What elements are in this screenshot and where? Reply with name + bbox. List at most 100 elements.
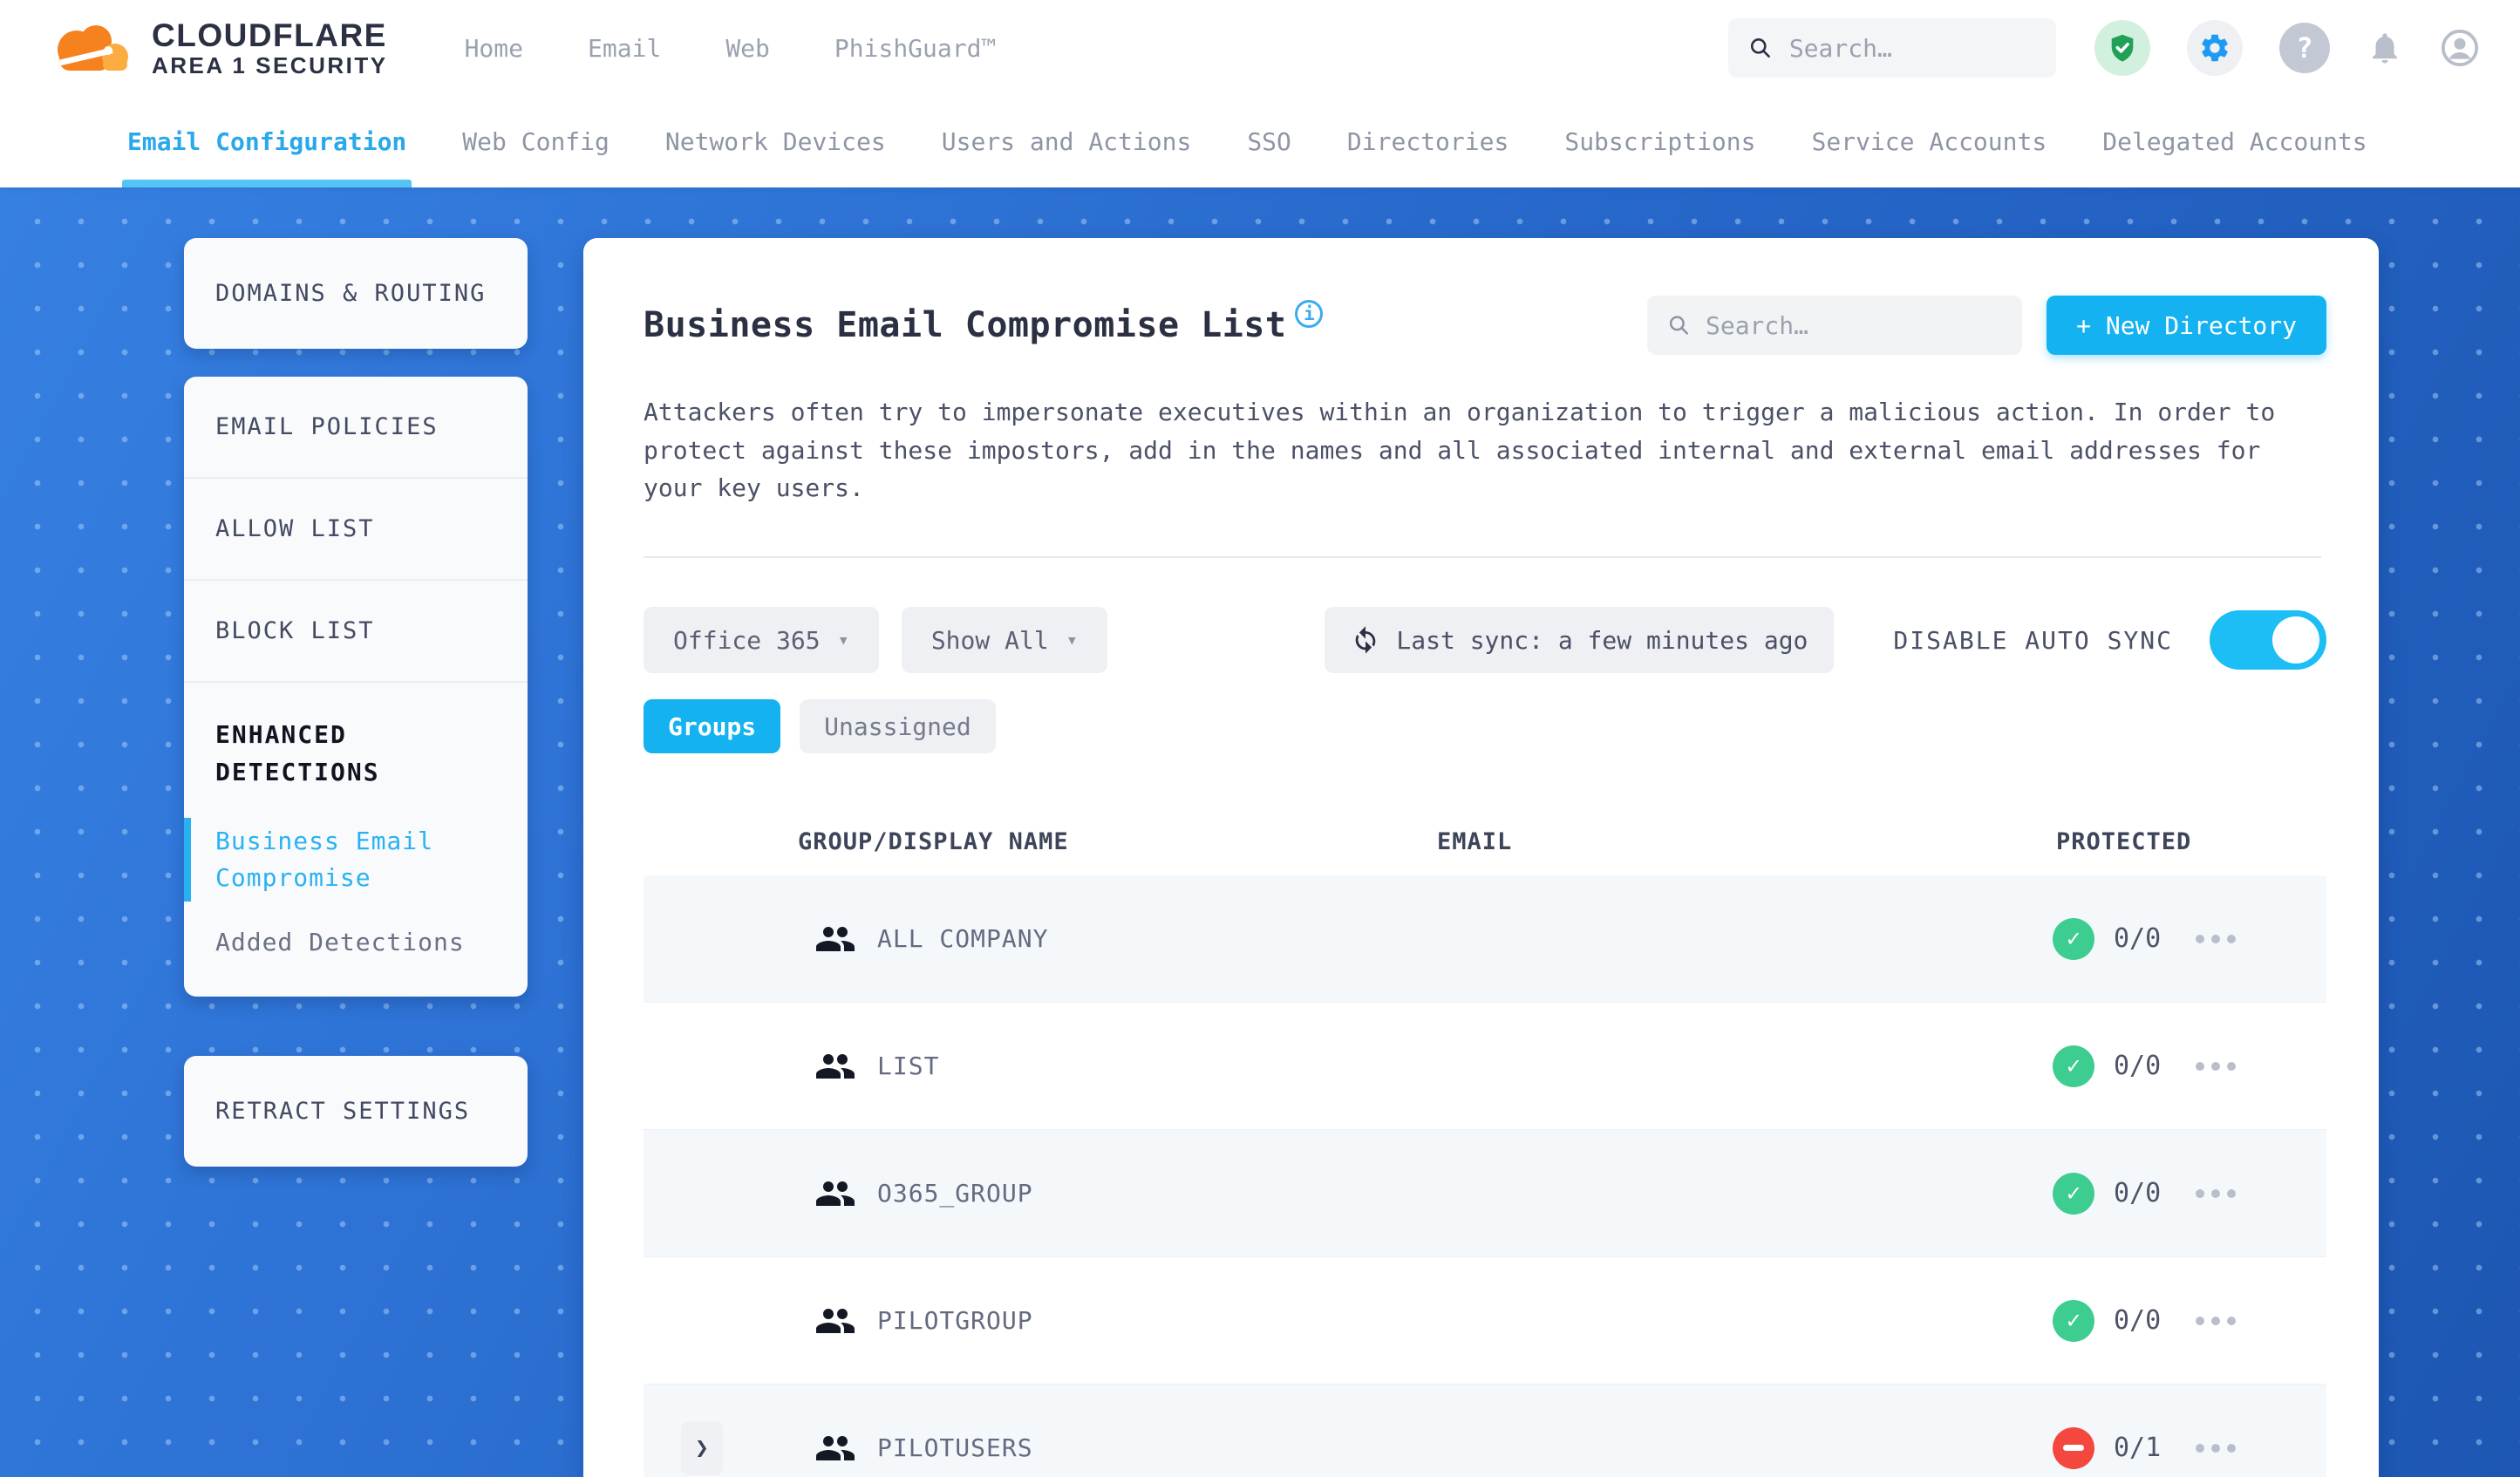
top-nav: Home Email Web PhishGuard™ — [465, 34, 997, 63]
protected-check-icon: ✓ — [2053, 1045, 2094, 1087]
row-actions-menu[interactable] — [2196, 1443, 2236, 1453]
directory-dropdown-label: Office 365 — [673, 625, 821, 655]
group-icon — [814, 1303, 856, 1338]
sidebar-item-added-detections[interactable]: Added Detections — [215, 928, 496, 956]
tab-directories[interactable]: Directories — [1347, 96, 1509, 187]
protected-check-icon: ✓ — [2053, 1172, 2094, 1215]
group-name: O365_GROUP — [877, 1179, 1033, 1208]
row-actions-menu[interactable] — [2196, 934, 2236, 943]
tab-users-and-actions[interactable]: Users and Actions — [942, 96, 1192, 187]
show-filter-label: Show All — [930, 625, 1049, 655]
enhanced-detections-section: ENHANCED DETECTIONS Business Email Compr… — [184, 681, 528, 997]
list-search[interactable] — [1647, 296, 2023, 355]
filters-row: Office 365 ▾ Show All ▾ Last sync: a few… — [644, 607, 2326, 674]
chevron-down-icon: ▾ — [1066, 629, 1078, 651]
tab-email-configuration[interactable]: Email Configuration — [121, 96, 412, 187]
logo-title: CLOUDFLARE — [152, 17, 387, 53]
info-icon[interactable]: i — [1295, 300, 1324, 328]
cloudflare-logo: CLOUDFLARE AREA 1 SECURITY — [45, 17, 388, 79]
tab-sso[interactable]: SSO — [1247, 96, 1291, 187]
table-row: ❯ PILOTUSERS 0/1 — [644, 1385, 2326, 1477]
tab-delegated-accounts[interactable]: Delegated Accounts — [2102, 96, 2367, 187]
notifications-bell-icon[interactable] — [2367, 30, 2403, 66]
group-name: PILOTGROUP — [877, 1306, 1033, 1336]
protected-cell: ✓ 0/0 — [2053, 1299, 2161, 1342]
group-name: LIST — [877, 1052, 940, 1081]
cloudflare-cloud-icon — [51, 25, 128, 71]
refresh-icon — [1356, 626, 1376, 654]
protected-check-icon: ✓ — [2053, 1299, 2094, 1342]
list-search-input[interactable] — [1705, 310, 2002, 340]
protection-status-button[interactable] — [2094, 20, 2150, 76]
protected-count: 0/0 — [2114, 923, 2162, 955]
sync-controls: Last sync: a few minutes ago DISABLE AUT… — [1325, 607, 2326, 674]
tab-subscriptions[interactable]: Subscriptions — [1564, 96, 1755, 187]
expand-row-button[interactable]: ❯ — [681, 1420, 723, 1475]
table-row: LIST ✓ 0/0 — [644, 1003, 2326, 1131]
tab-service-accounts[interactable]: Service Accounts — [1812, 96, 2047, 187]
sidebar-item-retract-settings[interactable]: RETRACT SETTINGS — [184, 1056, 528, 1167]
view-tabs: Groups Unassigned — [644, 699, 2326, 754]
global-search-input[interactable] — [1788, 33, 2035, 63]
shield-check-icon — [2111, 34, 2134, 62]
question-icon: ? — [2296, 31, 2313, 65]
protected-cell: ✓ 0/0 — [2053, 917, 2162, 960]
new-directory-button[interactable]: + New Directory — [2047, 296, 2326, 355]
main-panel: Business Email Compromise List i + New D… — [583, 238, 2379, 1477]
tab-web-config[interactable]: Web Config — [462, 96, 610, 187]
protected-count: 0/0 — [2114, 1051, 2162, 1082]
email-policies-card: EMAIL POLICIES ALLOW LIST BLOCK LIST ENH… — [184, 377, 528, 997]
protected-check-icon: ✓ — [2053, 917, 2094, 960]
sidebar-item-enhanced-detections[interactable]: ENHANCED DETECTIONS — [215, 716, 496, 792]
chevron-down-icon: ▾ — [837, 629, 849, 651]
nav-item-email[interactable]: Email — [588, 34, 661, 63]
last-sync-button[interactable]: Last sync: a few minutes ago — [1325, 607, 1835, 674]
search-icon — [1750, 38, 1770, 58]
tab-groups[interactable]: Groups — [644, 699, 781, 754]
group-name: PILOTUSERS — [877, 1433, 1033, 1463]
help-button[interactable]: ? — [2279, 23, 2330, 73]
panel-header: Business Email Compromise List i + New D… — [644, 296, 2326, 355]
sidebar-item-block-list[interactable]: BLOCK LIST — [184, 579, 528, 681]
nav-item-web[interactable]: Web — [725, 34, 770, 63]
auto-sync-toggle[interactable] — [2210, 610, 2326, 670]
page-description: Attackers often try to impersonate execu… — [644, 398, 2276, 503]
tab-unassigned[interactable]: Unassigned — [800, 699, 996, 754]
show-filter-dropdown[interactable]: Show All ▾ — [901, 607, 1107, 674]
expander-slot: ❯ — [681, 1420, 723, 1475]
top-header: CLOUDFLARE AREA 1 SECURITY Home Email We… — [0, 0, 2520, 96]
sidebar-item-business-email-compromise[interactable]: Business Email Compromise — [184, 817, 496, 902]
retract-settings-card: RETRACT SETTINGS — [184, 1055, 528, 1167]
table-row: O365_GROUP ✓ 0/0 — [644, 1130, 2326, 1258]
protected-cell: ✓ 0/0 — [2053, 1045, 2161, 1087]
directory-dropdown[interactable]: Office 365 ▾ — [644, 607, 879, 674]
settings-button[interactable] — [2187, 20, 2243, 76]
table-row: PILOTGROUP ✓ 0/0 — [644, 1257, 2326, 1385]
nav-item-phishguard[interactable]: PhishGuard™ — [834, 34, 996, 63]
row-actions-menu[interactable] — [2196, 1061, 2236, 1071]
global-search[interactable] — [1728, 18, 2056, 78]
protected-count: 0/1 — [2114, 1433, 2162, 1464]
group-name: ALL COMPANY — [877, 924, 1049, 954]
sidebar-item-email-policies[interactable]: EMAIL POLICIES — [184, 377, 528, 477]
gear-icon — [2202, 34, 2228, 62]
nav-item-home[interactable]: Home — [465, 34, 523, 63]
column-header-email: EMAIL — [1437, 827, 1513, 855]
logo-subtitle: AREA 1 SECURITY — [152, 51, 388, 78]
protected-cell: ✓ 0/0 — [2053, 1172, 2161, 1215]
sidebar: DOMAINS & ROUTING EMAIL POLICIES ALLOW L… — [184, 238, 528, 1477]
sidebar-item-allow-list[interactable]: ALLOW LIST — [184, 477, 528, 579]
page-title: Business Email Compromise List — [644, 305, 1287, 345]
group-icon — [814, 922, 856, 956]
groups-table: GROUP/DISPLAY NAME EMAIL PROTECTED ALL C… — [644, 807, 2326, 1477]
sidebar-item-domains-routing[interactable]: DOMAINS & ROUTING — [184, 238, 528, 349]
tab-network-devices[interactable]: Network Devices — [665, 96, 886, 187]
auto-sync-label: DISABLE AUTO SYNC — [1893, 625, 2173, 655]
row-actions-menu[interactable] — [2196, 1316, 2236, 1325]
user-avatar-icon[interactable] — [2440, 28, 2480, 68]
row-actions-menu[interactable] — [2196, 1188, 2236, 1198]
group-icon — [814, 1431, 856, 1466]
table-header: GROUP/DISPLAY NAME EMAIL PROTECTED — [644, 807, 2326, 875]
section-tabs: Email Configuration Web Config Network D… — [0, 96, 2520, 187]
unprotected-minus-icon — [2053, 1426, 2094, 1469]
